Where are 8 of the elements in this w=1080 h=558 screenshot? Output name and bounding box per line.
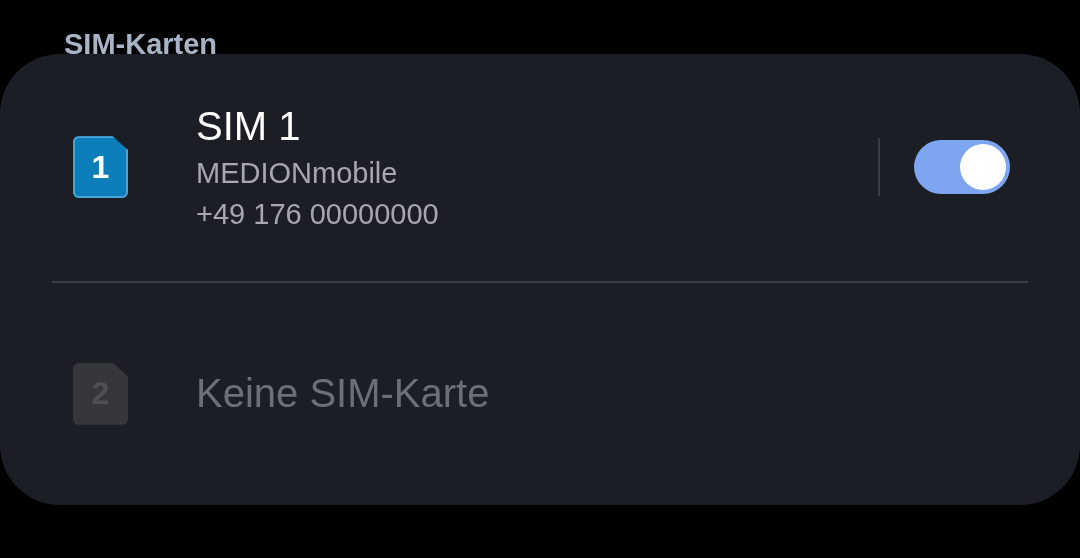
toggle-switch[interactable] xyxy=(914,140,1010,195)
sim-badge: 1 xyxy=(73,136,128,199)
sim-row[interactable]: 1 SIM 1 MEDIONmobile +49 176 00000000 xyxy=(0,54,1080,281)
sim-name: Keine SIM-Karte xyxy=(196,371,491,417)
sim-name: SIM 1 xyxy=(196,103,302,149)
phone-number: +49 176 00000000 xyxy=(196,197,440,231)
carrier-name: MEDIONmobile xyxy=(196,156,399,190)
section-title: SIM-Karten xyxy=(63,27,219,54)
